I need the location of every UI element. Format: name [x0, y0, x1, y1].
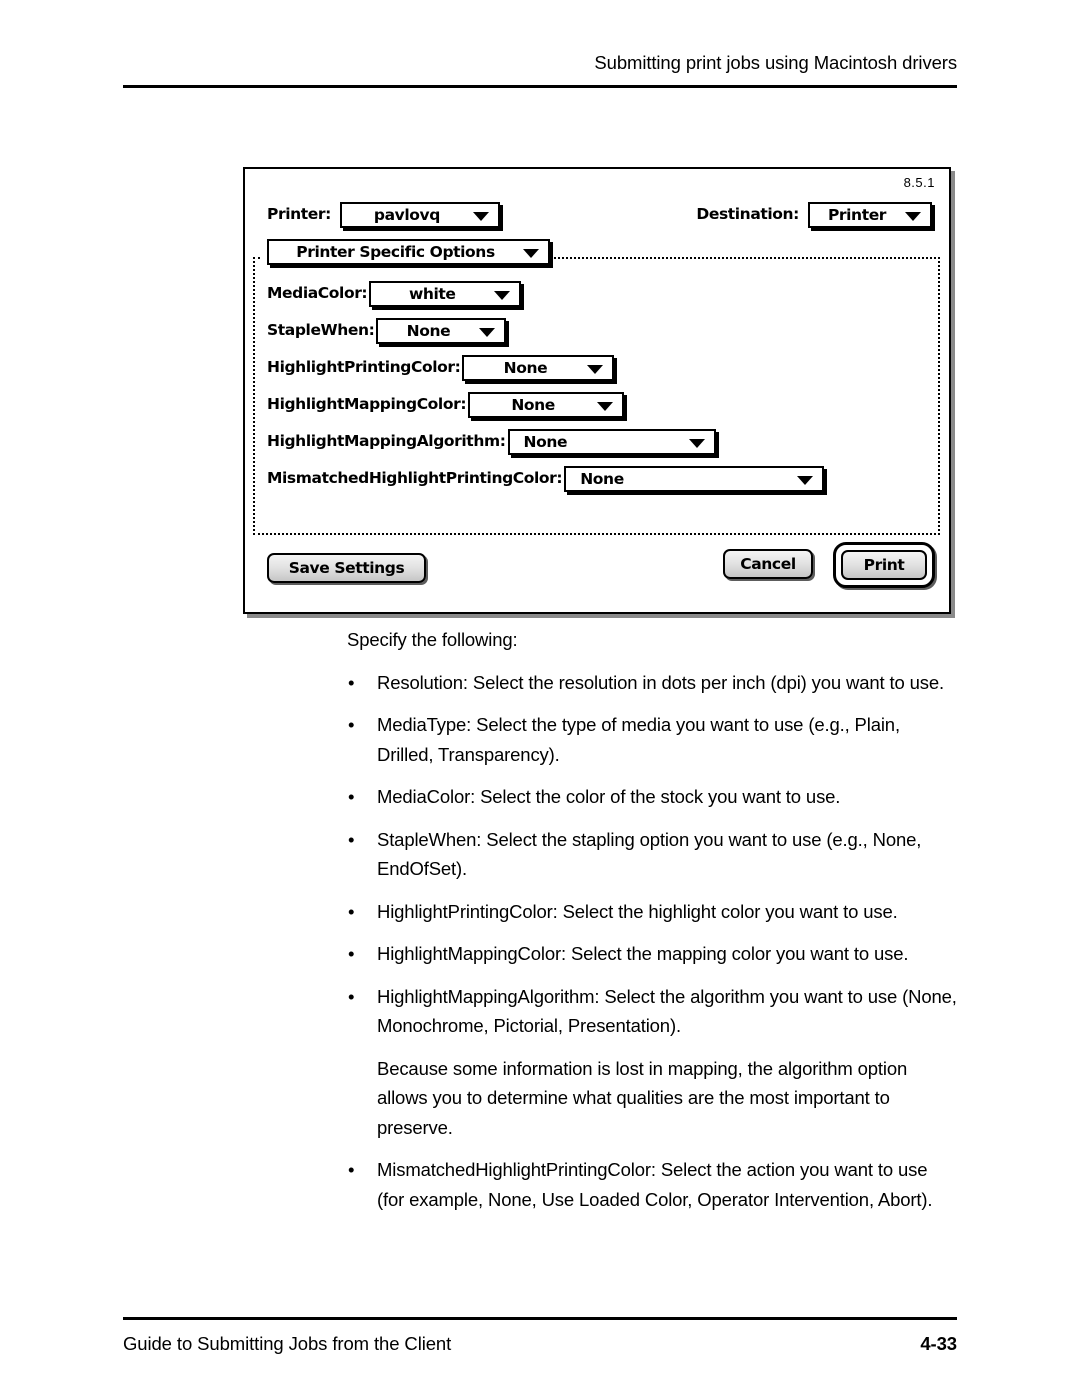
instructions-section: Specify the following: • Resolution: Sel… — [347, 625, 959, 1227]
destination-row: Destination: Printer — [696, 202, 932, 228]
list-item: • HighlightPrintingColor: Select the hig… — [347, 897, 959, 927]
bullet-icon: • — [348, 985, 355, 1007]
list-item-text: StapleWhen: Select the stapling option y… — [377, 828, 922, 880]
option-row-staplewhen: StapleWhen: None — [267, 316, 824, 345]
option-label: HighlightMappingAlgorithm: — [267, 431, 506, 450]
list-item-text: MediaType: Select the type of media you … — [377, 714, 900, 765]
page-header: Submitting print jobs using Macintosh dr… — [123, 52, 957, 92]
staplewhen-dropdown[interactable]: None — [376, 317, 507, 344]
destination-label: Destination: — [696, 205, 799, 224]
list-item-text: MismatchedHighlightPrintingColor: Select… — [377, 1159, 933, 1210]
dialog-shadow-bottom — [247, 614, 955, 618]
chevron-down-icon — [597, 401, 614, 411]
instructions-bullet-list: • Resolution: Select the resolution in d… — [347, 668, 959, 1215]
bullet-icon: • — [348, 714, 355, 735]
chevron-down-icon — [472, 212, 489, 221]
list-item: • MismatchedHighlightPrintingColor: Sele… — [347, 1155, 959, 1214]
list-item: • MediaColor: Select the color of the st… — [347, 782, 959, 812]
chevron-down-icon — [587, 364, 604, 374]
dialog-shadow-right — [951, 171, 955, 618]
option-value: None — [523, 432, 568, 451]
chevron-down-icon — [479, 327, 496, 337]
footer-rule — [123, 1317, 957, 1320]
printer-label: Printer: — [267, 205, 331, 224]
bullet-icon: • — [348, 900, 355, 922]
chevron-down-icon — [494, 290, 511, 300]
footer-document-title: Guide to Submitting Jobs from the Client — [123, 1333, 452, 1354]
highlightmappingalgorithm-dropdown[interactable]: None — [507, 428, 716, 455]
print-button[interactable]: Print — [841, 550, 927, 580]
option-value: None — [406, 321, 451, 340]
option-row-highlightmappingcolor: HighlightMappingColor: None — [267, 390, 824, 419]
driver-version-label: 8.5.1 — [903, 175, 935, 190]
bullet-icon: • — [348, 786, 355, 807]
bullet-icon: • — [348, 943, 355, 964]
destination-dropdown-value: Printer — [827, 206, 887, 224]
chevron-down-icon — [797, 475, 814, 485]
highlightprintingcolor-dropdown[interactable]: None — [462, 354, 615, 381]
chevron-down-icon — [905, 212, 921, 221]
mediacolor-dropdown[interactable]: white — [369, 280, 522, 307]
list-item: • Resolution: Select the resolution in d… — [347, 668, 959, 698]
pane-selector-dropdown[interactable]: Printer Specific Options — [267, 239, 550, 265]
list-item-text: Resolution: Select the resolution in dot… — [377, 671, 944, 693]
instructions-intro: Specify the following: — [347, 629, 518, 650]
option-value: None — [580, 469, 624, 488]
option-value: None — [511, 395, 555, 414]
chevron-down-icon — [523, 249, 539, 258]
list-item: • MediaType: Select the type of media yo… — [347, 710, 959, 769]
option-label: StapleWhen: — [267, 320, 375, 339]
pane-selector-value: Printer Specific Options — [296, 243, 495, 261]
printer-specific-options-list: MediaColor: white StapleWhen: None Highl… — [267, 279, 825, 501]
list-item-note: Because some information is lost in mapp… — [377, 1057, 908, 1138]
option-label: MismatchedHighlightPrintingColor: — [267, 468, 563, 487]
chevron-down-icon — [688, 438, 705, 448]
list-item: • HighlightMappingAlgorithm: Select the … — [347, 982, 959, 1143]
print-dialog: 8.5.1 Printer: pavlovq Destination: Prin… — [243, 167, 951, 614]
option-label: HighlightMappingColor: — [267, 394, 467, 413]
print-button-default-ring: Print — [833, 542, 935, 588]
page-header-title: Submitting print jobs using Macintosh dr… — [594, 52, 957, 73]
option-value: None — [503, 358, 548, 377]
list-item-text: HighlightPrintingColor: Select the highl… — [377, 900, 898, 922]
list-item-text: HighlightMappingAlgorithm: Select the al… — [377, 985, 957, 1037]
header-rule — [123, 85, 957, 88]
bullet-icon: • — [348, 671, 355, 693]
save-settings-button[interactable]: Save Settings — [267, 553, 426, 583]
mismatchedhighlightprintingcolor-dropdown[interactable]: None — [564, 465, 825, 492]
list-item-text: MediaColor: Select the color of the stoc… — [377, 786, 841, 807]
footer-page-number: 4-33 — [920, 1333, 957, 1354]
bullet-icon: • — [348, 1159, 355, 1180]
pane-selector-wrapper: Printer Specific Options — [267, 239, 550, 265]
option-row-highlightmappingalgorithm: HighlightMappingAlgorithm: None — [267, 427, 824, 456]
option-row-highlightprintingcolor: HighlightPrintingColor: None — [267, 353, 824, 382]
page-footer: Guide to Submitting Jobs from the Client… — [123, 1317, 957, 1367]
option-label: HighlightPrintingColor: — [267, 357, 461, 376]
highlightmappingcolor-dropdown[interactable]: None — [468, 391, 625, 418]
option-row-mediacolor: MediaColor: white — [267, 279, 824, 308]
list-item-text: HighlightMappingColor: Select the mappin… — [377, 943, 909, 964]
list-item: • HighlightMappingColor: Select the mapp… — [347, 939, 959, 969]
destination-dropdown[interactable]: Printer — [808, 202, 932, 228]
option-row-mismatchedhighlightprintingcolor: MismatchedHighlightPrintingColor: None — [267, 464, 825, 493]
option-label: MediaColor: — [267, 283, 368, 302]
printer-dropdown[interactable]: pavlovq — [339, 202, 500, 228]
bullet-icon: • — [348, 828, 355, 850]
option-value: white — [408, 284, 456, 303]
printer-row: Printer: pavlovq — [267, 202, 500, 228]
printer-dropdown-value: pavlovq — [373, 206, 440, 224]
cancel-button[interactable]: Cancel — [723, 549, 813, 579]
list-item: • StapleWhen: Select the stapling option… — [347, 825, 959, 884]
